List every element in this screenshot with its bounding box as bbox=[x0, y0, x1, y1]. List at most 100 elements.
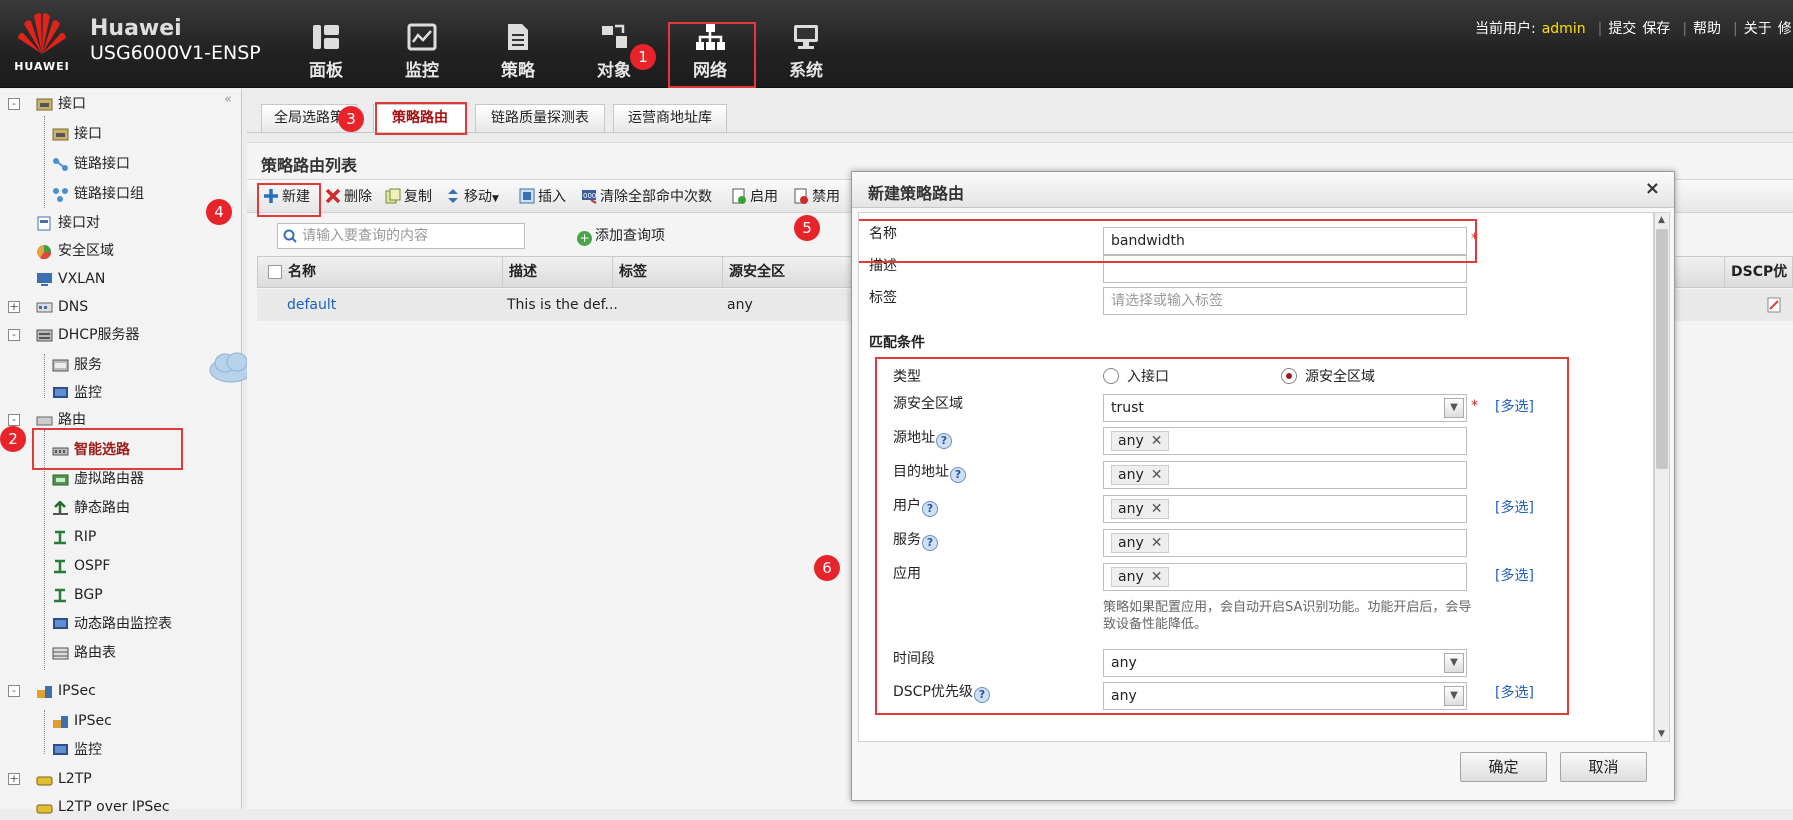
collapse-toggle-icon[interactable]: - bbox=[8, 329, 20, 341]
help-icon[interactable]: ? bbox=[922, 535, 938, 551]
sidebar-item-ipsec-monitor[interactable]: 监控 bbox=[52, 737, 102, 763]
source-address-field[interactable]: any ✕ bbox=[1103, 427, 1467, 455]
dialog-scrollbar[interactable]: ▲ ▼ bbox=[1654, 212, 1670, 742]
help-link[interactable]: 帮助 bbox=[1693, 21, 1721, 37]
help-icon[interactable]: ? bbox=[936, 433, 952, 449]
scroll-down-icon[interactable]: ▼ bbox=[1658, 729, 1665, 739]
nav-dashboard[interactable]: 面板 bbox=[286, 22, 366, 82]
radio-button-selected[interactable] bbox=[1281, 368, 1297, 384]
close-icon[interactable]: × bbox=[1645, 178, 1660, 199]
clear-hit-count-button[interactable]: 000 清除全部命中次数 bbox=[581, 187, 712, 207]
select-all-checkbox[interactable] bbox=[268, 265, 282, 279]
sidebar-item-ipsec[interactable]: IPSec bbox=[52, 708, 112, 734]
chevron-down-icon[interactable]: ▼ bbox=[1444, 398, 1464, 418]
sidebar-item-dynamic-route-monitor[interactable]: 动态路由监控表 bbox=[52, 611, 172, 637]
radio-source-zone[interactable]: 源安全区域 bbox=[1281, 366, 1375, 386]
column-header-name[interactable]: 名称 bbox=[282, 257, 316, 287]
help-icon[interactable]: ? bbox=[973, 687, 990, 703]
source-zone-multi-select-link[interactable]: [多选] bbox=[1495, 396, 1534, 416]
sidebar-item-l2tp-over-ipsec[interactable]: L2TP over IPSec bbox=[36, 794, 170, 820]
system-computer-icon bbox=[794, 25, 818, 49]
sidebar-item-dhcp-service[interactable]: 服务 bbox=[52, 352, 102, 378]
sidebar-item-dhcp-monitor[interactable]: 监控 bbox=[52, 380, 102, 406]
sidebar-item-virtual-router[interactable]: 虚拟路由器 bbox=[52, 466, 144, 492]
destination-address-field[interactable]: any ✕ bbox=[1103, 461, 1467, 489]
description-field[interactable] bbox=[1103, 255, 1467, 283]
sidebar-item-label: 服务 bbox=[74, 357, 102, 373]
sidebar-item-interface[interactable]: 接口 bbox=[52, 121, 102, 147]
tab-isp-address-library[interactable]: 运营商地址库 bbox=[613, 104, 727, 132]
help-icon[interactable]: ? bbox=[950, 467, 966, 483]
user-field[interactable]: any ✕ bbox=[1103, 495, 1467, 523]
dscp-multi-select-link[interactable]: [多选] bbox=[1495, 682, 1534, 702]
edit-document-icon[interactable] bbox=[1767, 297, 1781, 313]
application-multi-select-link[interactable]: [多选] bbox=[1495, 565, 1534, 585]
sidebar-item-interface-pair[interactable]: 接口对 bbox=[36, 210, 100, 236]
remove-chip-icon[interactable]: ✕ bbox=[1151, 467, 1163, 483]
application-field[interactable]: any ✕ bbox=[1103, 563, 1467, 591]
sidebar-item-ospf[interactable]: OSPF bbox=[52, 553, 110, 579]
scrollbar-thumb[interactable] bbox=[1656, 229, 1668, 469]
sidebar-item-route-table[interactable]: 路由表 bbox=[52, 640, 116, 666]
remove-chip-icon[interactable]: ✕ bbox=[1151, 535, 1163, 551]
new-button[interactable]: 新建 bbox=[263, 187, 310, 207]
disable-button[interactable]: 禁用 bbox=[793, 187, 840, 207]
tab-link-quality-probe[interactable]: 链路质量探测表 bbox=[475, 104, 605, 132]
nav-policy[interactable]: 策略 bbox=[478, 22, 558, 82]
insert-button[interactable]: 插入 bbox=[519, 187, 566, 207]
column-header-tag[interactable]: 标签 bbox=[612, 257, 647, 287]
delete-button[interactable]: 删除 bbox=[325, 187, 372, 207]
enable-button[interactable]: 启用 bbox=[731, 187, 778, 207]
nav-system[interactable]: 系统 bbox=[766, 22, 846, 82]
scroll-up-icon[interactable]: ▲ bbox=[1658, 215, 1665, 225]
copy-button[interactable]: 复制 bbox=[385, 187, 432, 207]
name-field[interactable]: bandwidth bbox=[1103, 227, 1467, 255]
source-zone-select[interactable]: trust ▼ bbox=[1103, 394, 1467, 422]
extra-link[interactable]: 修 bbox=[1778, 21, 1792, 37]
radio-ingress-interface[interactable]: 入接口 bbox=[1103, 366, 1169, 386]
sidebar-item-static-route[interactable]: 静态路由 bbox=[52, 495, 130, 521]
dscp-priority-select[interactable]: any ▼ bbox=[1103, 682, 1467, 710]
sidebar-item-security-zone[interactable]: 安全区域 bbox=[36, 238, 114, 264]
sidebar-item-vxlan[interactable]: VXLAN bbox=[36, 266, 105, 292]
sidebar-collapse-button[interactable]: « bbox=[224, 92, 232, 107]
commit-link[interactable]: 提交 bbox=[1608, 21, 1636, 37]
sidebar-item-bgp[interactable]: BGP bbox=[52, 582, 103, 608]
user-multi-select-link[interactable]: [多选] bbox=[1495, 497, 1534, 517]
radio-button[interactable] bbox=[1103, 368, 1119, 384]
interface-pair-icon bbox=[37, 216, 51, 230]
help-icon[interactable]: ? bbox=[922, 501, 938, 517]
save-link[interactable]: 保存 bbox=[1642, 21, 1670, 37]
move-button[interactable]: 移动▼ bbox=[445, 187, 499, 207]
nav-monitor[interactable]: 监控 bbox=[382, 22, 462, 82]
search-input[interactable]: 请输入要查询的内容 bbox=[277, 223, 525, 249]
expand-toggle-icon[interactable]: + bbox=[8, 301, 20, 313]
column-header-source-zone[interactable]: 源安全区 bbox=[722, 257, 785, 287]
cancel-button[interactable]: 取消 bbox=[1560, 752, 1647, 782]
column-header-dscp[interactable]: DSCP优 bbox=[1724, 257, 1787, 287]
nav-network[interactable]: 网络 bbox=[670, 22, 750, 82]
collapse-toggle-icon[interactable]: - bbox=[8, 414, 20, 426]
remove-chip-icon[interactable]: ✕ bbox=[1151, 569, 1163, 585]
cell-name-link[interactable]: default bbox=[287, 289, 336, 321]
collapse-toggle-icon[interactable]: - bbox=[8, 98, 20, 110]
time-range-select[interactable]: any ▼ bbox=[1103, 649, 1467, 677]
collapse-toggle-icon[interactable]: - bbox=[8, 685, 20, 697]
add-query-button[interactable]: + 添加查询项 bbox=[577, 225, 665, 247]
tag-field[interactable]: 请选择或输入标签 bbox=[1103, 287, 1467, 315]
sidebar-item-smart-routing[interactable]: 智能选路 bbox=[52, 437, 130, 463]
chevron-down-icon[interactable]: ▼ bbox=[1444, 653, 1464, 673]
expand-toggle-icon[interactable]: + bbox=[8, 773, 20, 785]
about-link[interactable]: 关于 bbox=[1744, 21, 1772, 37]
sidebar-item-link-interface[interactable]: 链路接口 bbox=[52, 151, 130, 177]
sidebar-item-rip[interactable]: RIP bbox=[52, 524, 96, 550]
remove-chip-icon[interactable]: ✕ bbox=[1151, 433, 1163, 449]
column-header-description[interactable]: 描述 bbox=[502, 257, 537, 287]
ok-button[interactable]: 确定 bbox=[1460, 752, 1547, 782]
service-field[interactable]: any ✕ bbox=[1103, 529, 1467, 557]
chevron-down-icon[interactable]: ▼ bbox=[1444, 686, 1464, 706]
tab-policy-routing[interactable]: 策略路由 bbox=[373, 104, 467, 132]
chip-text: any bbox=[1118, 569, 1144, 585]
sidebar-item-link-interface-group[interactable]: 链路接口组 bbox=[52, 181, 144, 207]
remove-chip-icon[interactable]: ✕ bbox=[1151, 501, 1163, 517]
